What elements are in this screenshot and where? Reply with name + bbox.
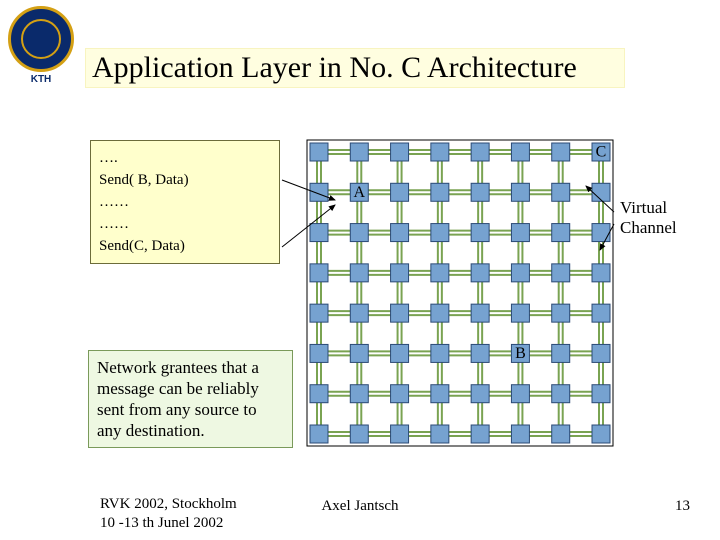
- code-line: Send(C, Data): [99, 235, 271, 257]
- svg-text:B: B: [515, 345, 526, 362]
- callout-box: Network grantees that a message can be r…: [88, 350, 293, 448]
- code-box: …. Send( B, Data) …… …… Send(C, Data): [90, 140, 280, 264]
- svg-text:A: A: [354, 184, 366, 201]
- footer-author: Axel Jantsch: [0, 498, 720, 515]
- crest-icon: [8, 6, 74, 72]
- virtual-channel-label: Virtual Channel: [620, 198, 677, 238]
- code-line: ……: [99, 191, 271, 213]
- code-line: Send( B, Data): [99, 169, 271, 191]
- kth-logo: KTH: [6, 6, 76, 85]
- footer-dates-line: 10 -13 th Junel 2002: [100, 515, 223, 531]
- slide: KTH Application Layer in No. C Architect…: [0, 0, 720, 540]
- vc-label-line: Virtual: [620, 198, 667, 217]
- code-line: ….: [99, 147, 271, 169]
- code-line: ……: [99, 213, 271, 235]
- page-number: 13: [675, 498, 690, 515]
- noc-mesh: A B C: [305, 138, 615, 448]
- logo-subtext: KTH: [6, 74, 76, 85]
- slide-title: Application Layer in No. C Architecture: [85, 48, 625, 88]
- vc-label-line: Channel: [620, 218, 677, 237]
- svg-text:C: C: [596, 144, 607, 161]
